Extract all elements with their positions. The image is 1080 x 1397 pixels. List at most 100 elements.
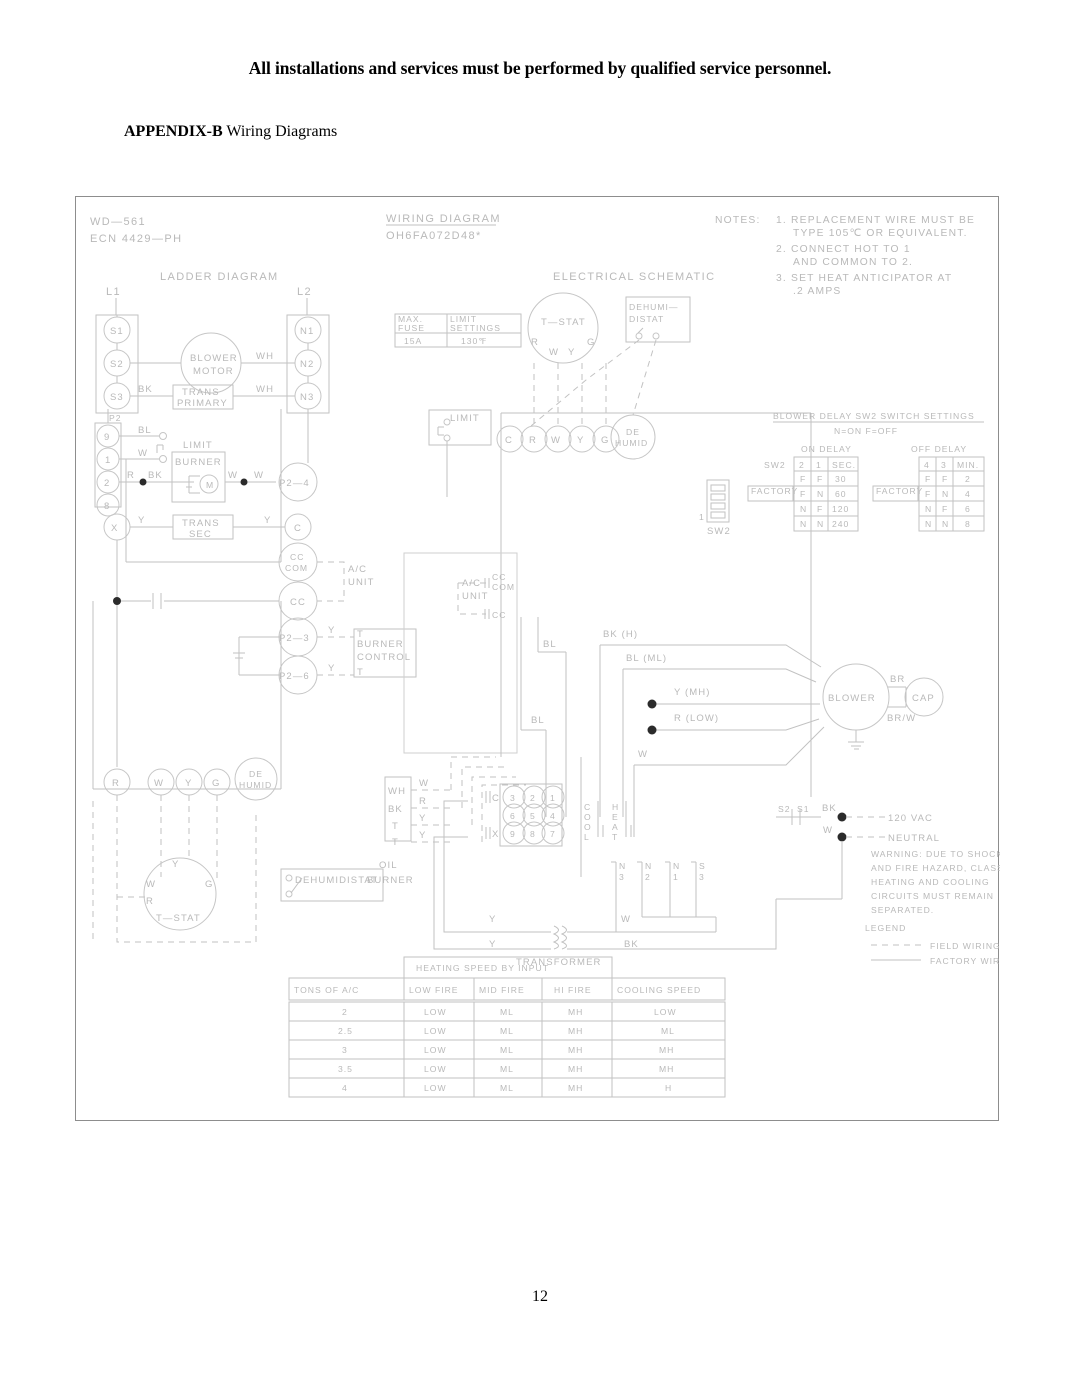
r3-lowfire: LOW [424,1045,447,1055]
off-delay-hdr-4: 4 [924,460,930,470]
terminal-n1: N1 [300,326,314,337]
ladder-terminal-r: R [112,778,120,789]
bc-terminal-t-1: T [357,629,364,640]
r4-tons: 3.5 [338,1064,353,1074]
wire-label-w-2: W [228,470,238,481]
speed-table-row-2: 2.5 LOW ML MH ML [288,1020,726,1041]
speed-hdr-tons: TONS OF A/C [294,985,359,995]
terminal-n3: N3 [300,392,314,403]
ladder-dehumidistat-label: DEHUMIDISTAT [295,875,378,886]
drawing-number: WD—561 [90,216,146,228]
p2-pin-1: 1 [105,455,111,466]
cc-com-label-2: COM [285,563,308,573]
sch-limit-label: LIMIT [450,413,480,424]
wiring-diagram-title: WIRING DIAGRAM [386,213,501,225]
sw2-row-label: SW2 [764,460,786,470]
oil-burner-right-y2: Y [419,830,426,841]
heat-letter-h: H [612,802,619,812]
warning-line-3: HEATING AND COOLING [871,877,990,887]
sch-dehumid-2: HUMID [615,438,648,448]
relay-pin-8: 8 [530,829,536,839]
speed-hdr-lowfire: LOW FIRE [409,985,459,995]
off-delay-r3c2: F [942,504,948,514]
blower-tap-w: W [638,749,648,760]
warning-line-5: SEPARATED. [871,905,934,915]
bc-terminal-t-2: T [357,667,364,678]
wire-label-bk-2: BK [148,470,163,481]
on-delay-r1c1: F [800,474,806,484]
r5-hifire: MH [568,1083,583,1093]
blower-tap-bk-h: BK (H) [603,629,638,640]
off-delay-caption: OFF DELAY [911,444,967,454]
page-header-warning: All installations and services must be p… [248,58,832,78]
blower-lead-br: BR [890,674,905,685]
on-delay-r2c1: F [800,489,806,499]
ladder-tstat-g: G [205,879,214,890]
heat-letter-a: A [612,822,619,832]
note-3b: .2 AMPS [793,286,841,297]
blower-tap-y-mh: Y (MH) [674,687,711,698]
relay-pin-4: 4 [550,811,556,821]
blower-motor-label-1: BLOWER [190,353,238,364]
on-delay-factory-label: FACTORY [751,486,798,496]
trans-sec-label-2: SEC [189,529,212,540]
transformer-y2: Y [489,939,496,950]
off-delay-r1c1: F [925,474,931,484]
ladder-tstat-r: R [146,896,154,907]
wiring-diagram-svg: WD—561 ECN 4429—PH WIRING DIAGRAM OH6FA0… [90,213,1000,1098]
off-delay-r1c3: 2 [965,474,971,484]
relay-contact-n3-3: 3 [619,872,625,882]
relay-contact-n1-1: 1 [673,872,679,882]
oil-burner-left-bk: BK [388,804,403,815]
r1-lowfire: LOW [424,1007,447,1017]
wiring-diagram-frame: WD—561 ECN 4429—PH WIRING DIAGRAM OH6FA0… [75,196,1000,1121]
terminal-s3: S3 [110,392,124,403]
ladder-burner-label: BURNER [175,457,222,468]
r2-lowfire: LOW [424,1026,447,1036]
oil-burner-left-t2: T [392,837,399,848]
cc-label: CC [290,597,306,608]
note-1b: TYPE 105℃ OR EQUIVALENT. [793,228,968,239]
terminal-x: X [111,523,118,534]
on-delay-caption: ON DELAY [801,444,852,454]
trans-primary-label-2: PRIMARY [177,398,228,409]
heat-letter-e: E [612,812,619,822]
ladder-ac-unit-1: A/C [348,564,367,575]
p2-label: P2 [109,413,122,423]
wire-label-r: R [127,470,135,481]
page-number: 12 [532,1288,548,1305]
note-3a: 3. SET HEAT ANTICIPATOR AT [776,273,952,284]
r5-tons: 4 [342,1083,348,1093]
oil-burner-right-r: R [419,796,427,807]
fuse-header-1b: FUSE [398,323,425,333]
sch-terminal-g: G [601,435,610,446]
wire-label-bk-1: BK [138,384,153,395]
supply-neutral-label: NEUTRAL [888,833,940,844]
speed-table-title: HEATING SPEED BY INPUT [416,963,549,973]
off-delay-r2c3: 4 [965,489,971,499]
relay-pin-7: 7 [550,829,556,839]
r1-hifire: MH [568,1007,583,1017]
ladder-terminal-y: Y [185,778,192,789]
ladder-dehumid-1: DE [249,769,263,779]
on-delay-hdr-1: 1 [816,460,822,470]
off-delay-hdr-3: 3 [941,460,947,470]
note-1a: 1. REPLACEMENT WIRE MUST BE [776,215,975,226]
relay-contact-s3-s: S [699,861,706,871]
sch-supply-w: W [823,825,833,836]
blower-tap-bl-ml: BL (ML) [626,653,667,664]
sch-capacitor-label: CAP [912,693,935,704]
sch-terminal-c: C [505,435,513,446]
sw2-table-subtitle: N=ON F=OFF [834,426,898,436]
trans-primary-label-1: TRANS [182,387,220,398]
sch-tstat-y: Y [568,347,575,358]
r1-midfire: ML [500,1007,514,1017]
sch-tstat-r: R [531,337,539,348]
ladder-tstat-y: Y [172,859,179,870]
r2-midfire: ML [500,1026,514,1036]
on-delay-r1c2: F [817,474,823,484]
burner-control-1: BURNER [357,639,404,650]
appendix-title: APPENDIX-B Wiring Diagrams [124,123,337,141]
sch-tstat-w: W [549,347,559,358]
limit-setting-value: 130℉ [461,336,488,346]
